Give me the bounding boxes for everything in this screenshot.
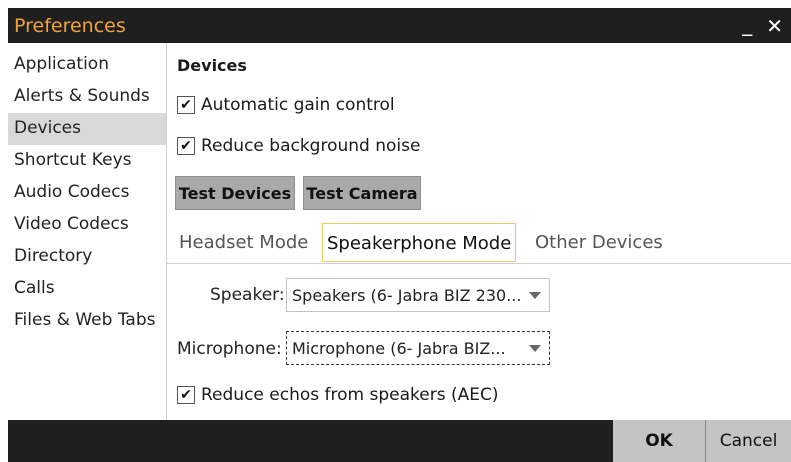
noise-checkbox[interactable]: ✔ <box>177 137 195 155</box>
title-bar: Preferences _ ✕ <box>8 8 791 43</box>
agc-checkbox[interactable]: ✔ <box>177 96 195 114</box>
speaker-value: Speakers (6- Jabra BIZ 230... <box>292 285 522 305</box>
microphone-select[interactable]: Microphone (6- Jabra BIZ... <box>286 331 550 365</box>
tab-other-devices[interactable]: Other Devices <box>535 223 663 262</box>
window-title: Preferences <box>14 14 126 37</box>
tab-speakerphone-mode[interactable]: Speakerphone Mode <box>322 223 517 262</box>
sidebar-item-devices[interactable]: Devices <box>8 113 166 145</box>
section-title: Devices <box>177 56 247 75</box>
test-devices-button[interactable]: Test Devices <box>175 176 295 210</box>
sidebar-item-files-web-tabs[interactable]: Files & Web Tabs <box>8 305 166 337</box>
sidebar-item-audio-codecs[interactable]: Audio Codecs <box>8 177 166 209</box>
sidebar-item-calls[interactable]: Calls <box>8 273 166 305</box>
mode-tabs: Headset Mode Speakerphone Mode Other Dev… <box>167 223 791 264</box>
test-camera-button[interactable]: Test Camera <box>303 176 421 210</box>
sidebar-item-alerts-sounds[interactable]: Alerts & Sounds <box>8 81 166 113</box>
tab-headset-mode[interactable]: Headset Mode <box>179 223 308 262</box>
sidebar-item-video-codecs[interactable]: Video Codecs <box>8 209 166 241</box>
aec-checkbox[interactable]: ✔ <box>177 386 195 404</box>
dialog-footer: OK Cancel <box>8 420 791 462</box>
speaker-label: Speaker: <box>210 285 285 305</box>
chevron-down-icon <box>529 292 541 299</box>
microphone-value: Microphone (6- Jabra BIZ... <box>292 338 506 358</box>
noise-label: Reduce background noise <box>201 136 421 156</box>
close-icon[interactable]: ✕ <box>766 16 783 36</box>
speaker-select[interactable]: Speakers (6- Jabra BIZ 230... <box>286 278 550 312</box>
window-controls: _ ✕ <box>742 14 783 36</box>
devices-panel: Devices ✔ Automatic gain control ✔ Reduc… <box>167 43 791 420</box>
cancel-button[interactable]: Cancel <box>705 420 791 462</box>
aec-option[interactable]: ✔ Reduce echos from speakers (AEC) <box>177 385 498 405</box>
sidebar-item-application[interactable]: Application <box>8 49 166 81</box>
agc-option[interactable]: ✔ Automatic gain control <box>177 95 395 115</box>
sidebar-item-directory[interactable]: Directory <box>8 241 166 273</box>
sidebar-item-shortcut-keys[interactable]: Shortcut Keys <box>8 145 166 177</box>
microphone-label: Microphone: <box>177 339 282 359</box>
sidebar: Application Alerts & Sounds Devices Shor… <box>8 43 167 420</box>
agc-label: Automatic gain control <box>201 95 395 115</box>
ok-button[interactable]: OK <box>613 420 705 462</box>
chevron-down-icon <box>529 345 541 352</box>
noise-option[interactable]: ✔ Reduce background noise <box>177 136 420 156</box>
minimize-icon[interactable]: _ <box>742 14 752 34</box>
preferences-body: Application Alerts & Sounds Devices Shor… <box>8 43 791 420</box>
aec-label: Reduce echos from speakers (AEC) <box>201 385 499 405</box>
